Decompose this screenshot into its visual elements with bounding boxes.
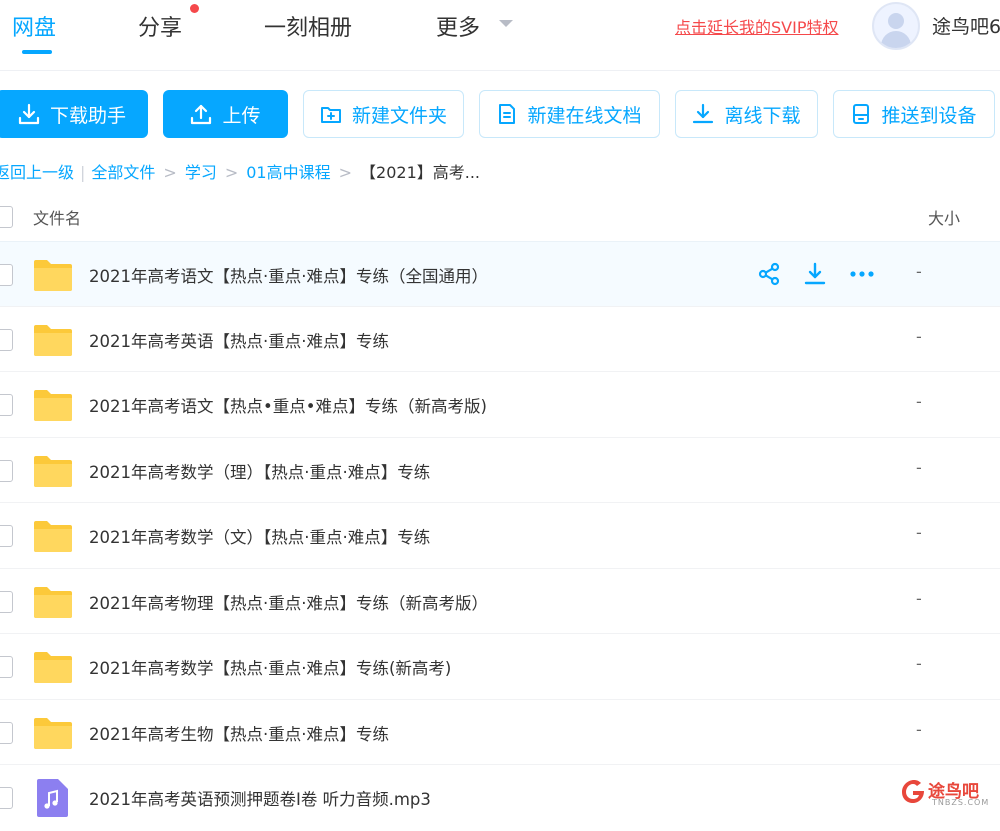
more-icon[interactable]	[849, 262, 875, 286]
file-table-header: 文件名 大小	[0, 196, 1000, 236]
breadcrumb-item[interactable]: 01高中课程	[246, 159, 330, 183]
download-helper-button[interactable]: 下载助手	[0, 90, 148, 138]
table-row[interactable]: 2021年高考语文【热点•重点•难点】专练（新高考版) -	[0, 372, 1000, 438]
file-size: -	[916, 654, 922, 673]
breadcrumb-item[interactable]: 全部文件	[91, 159, 155, 183]
folder-icon	[34, 455, 72, 487]
offline-download-label: 离线下载	[724, 104, 801, 127]
download-icon	[18, 103, 40, 125]
select-all-checkbox[interactable]	[0, 206, 13, 228]
file-size: -	[916, 719, 922, 739]
row-checkbox[interactable]	[0, 328, 13, 351]
new-online-doc-label: 新建在线文档	[527, 104, 642, 127]
row-checkbox[interactable]	[0, 525, 13, 547]
tab-share[interactable]: 分享	[138, 10, 182, 42]
file-size: -	[916, 262, 922, 281]
table-row[interactable]: 2021年高考物理【热点·重点·难点】专练（新高考版） -	[0, 569, 1000, 634]
file-size: -	[916, 457, 922, 477]
folder-icon	[34, 390, 72, 421]
username[interactable]: 途鸟吧6	[932, 12, 1000, 39]
device-icon	[853, 104, 870, 124]
folder-icon	[34, 324, 72, 356]
active-tab-indicator	[22, 50, 52, 54]
offline-download-button[interactable]: 离线下载	[675, 90, 818, 138]
offline-download-icon	[693, 103, 714, 124]
file-name[interactable]: 2021年高考语文【热点•重点•难点】专练（新高考版)	[89, 393, 487, 417]
breadcrumb-divider: |	[80, 163, 86, 182]
row-checkbox[interactable]	[0, 721, 13, 744]
file-size: -	[916, 392, 922, 411]
breadcrumb: 返回上一级 | 全部文件 > 学习 >01高中课程 > 【2021】高考...	[0, 159, 480, 183]
file-size: -	[916, 326, 922, 346]
file-size: -	[916, 523, 922, 542]
share-icon[interactable]	[757, 262, 781, 286]
file-size: -	[916, 588, 922, 608]
column-header-size[interactable]: 大小	[928, 205, 960, 229]
table-row[interactable]: 2021年高考数学（文）【热点·重点·难点】专练 -	[0, 503, 1000, 569]
breadcrumb-separator: >	[163, 163, 177, 182]
table-row[interactable]: 2021年高考生物【热点·重点·难点】专练 -	[0, 700, 1000, 765]
notification-dot	[190, 4, 199, 13]
row-checkbox[interactable]	[0, 787, 13, 809]
row-checkbox[interactable]	[0, 459, 13, 482]
file-name[interactable]: 2021年高考英语【热点·重点·难点】专练	[89, 328, 389, 352]
table-row[interactable]: 2021年高考语文【热点·重点·难点】专练（全国通用） -	[0, 241, 1000, 307]
row-actions	[757, 262, 875, 286]
file-name[interactable]: 2021年高考物理【热点·重点·难点】专练（新高考版）	[89, 590, 488, 614]
file-list: 2021年高考语文【热点·重点·难点】专练（全国通用） - 2021年高考英语【…	[0, 241, 1000, 831]
breadcrumb-separator: >	[224, 163, 239, 182]
download-icon[interactable]	[803, 262, 827, 286]
breadcrumb-separator: >	[338, 163, 353, 182]
table-row[interactable]: 2021年高考数学【热点·重点·难点】专练(新高考) -	[0, 634, 1000, 700]
table-row[interactable]: 2021年高考英语【热点·重点·难点】专练 -	[0, 307, 1000, 372]
breadcrumb-item[interactable]: 学习	[185, 159, 217, 183]
upload-button[interactable]: 上传	[163, 90, 288, 138]
folder-icon	[34, 717, 72, 749]
table-row[interactable]: 2021年高考数学（理）【热点·重点·难点】专练 -	[0, 438, 1000, 503]
document-icon	[499, 104, 516, 124]
new-folder-icon	[320, 107, 341, 123]
avatar-head-shape	[888, 13, 904, 29]
file-name[interactable]: 2021年高考数学【热点·重点·难点】专练(新高考)	[89, 655, 451, 679]
row-checkbox[interactable]	[0, 264, 13, 286]
tab-moments-album[interactable]: 一刻相册	[264, 10, 352, 42]
breadcrumb-back-link[interactable]: 返回上一级	[0, 159, 74, 183]
push-to-device-button[interactable]: 推送到设备	[833, 90, 995, 138]
row-checkbox[interactable]	[0, 656, 13, 678]
watermark-logo: 途鸟吧 TNBZS.COM	[898, 774, 998, 810]
folder-icon	[34, 652, 72, 683]
top-navigation: 网盘 分享 一刻相册 更多 点击延长我的SVIP特权 途鸟吧6	[0, 0, 1000, 71]
row-checkbox[interactable]	[0, 590, 13, 613]
folder-icon	[34, 521, 72, 552]
chevron-down-icon[interactable]	[499, 20, 513, 27]
table-row[interactable]: 2021年高考英语预测押题卷I卷 听力音频.mp3	[0, 765, 1000, 831]
file-name[interactable]: 2021年高考生物【热点·重点·难点】专练	[89, 721, 389, 745]
watermark-subtext: TNBZS.COM	[932, 798, 990, 807]
audio-file-icon	[37, 779, 68, 817]
new-folder-button[interactable]: 新建文件夹	[303, 90, 464, 138]
svip-renew-link[interactable]: 点击延长我的SVIP特权	[675, 14, 838, 38]
upload-label: 上传	[222, 104, 261, 127]
avatar[interactable]	[872, 2, 920, 50]
logo-icon	[902, 780, 924, 803]
new-folder-label: 新建文件夹	[351, 104, 447, 127]
row-checkbox[interactable]	[0, 394, 13, 416]
download-helper-label: 下载助手	[49, 104, 126, 127]
new-online-doc-button[interactable]: 新建在线文档	[479, 90, 660, 138]
breadcrumb-current: 【2021】高考...	[360, 163, 481, 182]
folder-icon	[34, 260, 72, 291]
folder-icon	[34, 586, 72, 618]
column-header-name[interactable]: 文件名	[33, 205, 81, 229]
upload-icon	[191, 104, 212, 125]
tab-more[interactable]: 更多	[436, 10, 480, 42]
file-name[interactable]: 2021年高考英语预测押题卷I卷 听力音频.mp3	[89, 786, 431, 810]
file-name[interactable]: 2021年高考数学（理）【热点·重点·难点】专练	[89, 459, 430, 483]
avatar-body-shape	[881, 31, 911, 48]
push-to-device-label: 推送到设备	[881, 104, 977, 127]
file-name[interactable]: 2021年高考语文【热点·重点·难点】专练（全国通用）	[89, 263, 488, 287]
file-name[interactable]: 2021年高考数学（文）【热点·重点·难点】专练	[89, 524, 430, 548]
tab-netdisk[interactable]: 网盘	[12, 10, 56, 42]
